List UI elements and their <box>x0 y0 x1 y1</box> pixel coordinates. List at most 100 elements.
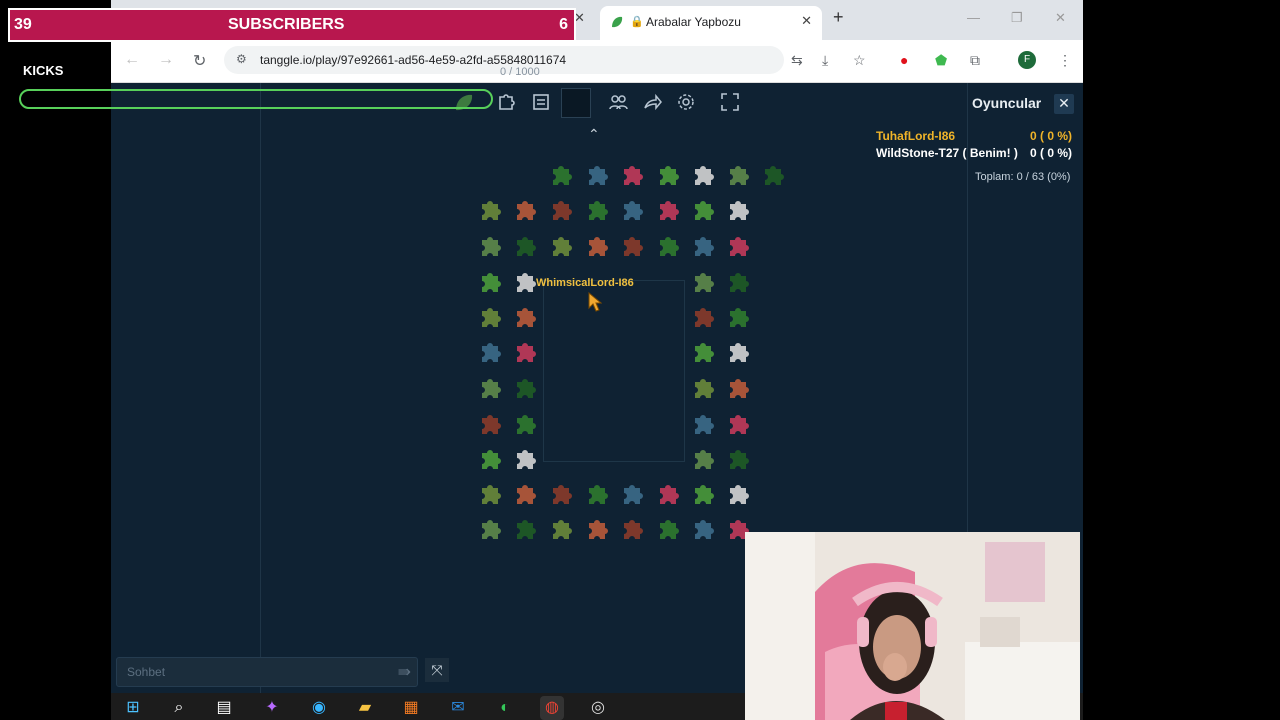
puzzle-piece[interactable] <box>477 446 503 472</box>
store-icon[interactable]: ▦ <box>399 696 423 720</box>
reload-icon[interactable]: ↻ <box>193 51 206 71</box>
puzzle-piece[interactable] <box>477 269 503 295</box>
puzzle-piece[interactable] <box>690 339 716 365</box>
puzzle-piece[interactable] <box>512 233 538 259</box>
collapse-chevron-icon[interactable]: ⌃ <box>588 126 600 143</box>
puzzle-piece[interactable] <box>477 233 503 259</box>
edge-icon[interactable]: ◉ <box>307 696 331 720</box>
task-view-icon[interactable]: ▤ <box>212 696 236 720</box>
restore-icon[interactable]: ❐ <box>1011 10 1023 26</box>
puzzle-piece[interactable] <box>619 516 645 542</box>
puzzle-piece[interactable] <box>619 162 645 188</box>
puzzle-piece[interactable] <box>690 375 716 401</box>
tab-close-icon[interactable]: ✕ <box>801 13 812 29</box>
puzzle-piece[interactable] <box>725 446 751 472</box>
players-icon[interactable] <box>604 88 632 116</box>
close-window-icon[interactable]: ✕ <box>1055 10 1066 26</box>
puzzle-piece[interactable] <box>690 269 716 295</box>
file-explorer-icon[interactable]: ▰ <box>353 696 377 720</box>
translate-icon[interactable]: ⇆ <box>791 52 803 69</box>
puzzle-piece[interactable] <box>477 411 503 437</box>
puzzle-piece[interactable] <box>477 304 503 330</box>
puzzle-piece[interactable] <box>477 375 503 401</box>
edges-icon[interactable] <box>527 88 555 116</box>
puzzle-piece[interactable] <box>548 481 574 507</box>
puzzle-piece[interactable] <box>690 162 716 188</box>
obs-icon[interactable]: ◎ <box>586 696 610 720</box>
puzzle-piece[interactable] <box>619 481 645 507</box>
puzzle-piece[interactable] <box>725 233 751 259</box>
menu-dots-icon[interactable]: ⋮ <box>1058 52 1072 69</box>
fullscreen-icon[interactable] <box>716 88 744 116</box>
new-tab-icon[interactable]: + <box>833 7 844 28</box>
puzzle-piece[interactable] <box>655 233 681 259</box>
puzzle-piece[interactable] <box>725 162 751 188</box>
puzzle-piece[interactable] <box>584 516 610 542</box>
chrome-icon[interactable]: ◍ <box>540 696 564 720</box>
puzzle-piece[interactable] <box>760 162 786 188</box>
puzzle-piece[interactable] <box>690 411 716 437</box>
puzzle-piece[interactable] <box>619 197 645 223</box>
puzzle-piece[interactable] <box>725 269 751 295</box>
install-icon[interactable]: ⤓ <box>822 52 828 69</box>
puzzle-piece[interactable] <box>584 197 610 223</box>
chat-input[interactable]: Sohbet ⇛ <box>116 657 418 687</box>
puzzle-piece[interactable] <box>584 162 610 188</box>
puzzle-piece[interactable] <box>655 516 681 542</box>
puzzle-piece[interactable] <box>512 516 538 542</box>
opera-extension-icon[interactable]: ● <box>900 52 908 68</box>
puzzle-piece[interactable] <box>584 481 610 507</box>
bookmark-star-icon[interactable]: ☆ <box>853 52 866 69</box>
puzzle-piece[interactable] <box>619 233 645 259</box>
back-icon[interactable]: ← <box>124 51 140 69</box>
puzzle-piece[interactable] <box>512 375 538 401</box>
puzzle-piece[interactable] <box>655 481 681 507</box>
puzzle-piece[interactable] <box>690 304 716 330</box>
puzzle-piece[interactable] <box>690 446 716 472</box>
share-icon[interactable] <box>638 88 666 116</box>
puzzle-piece[interactable] <box>477 481 503 507</box>
puzzle-piece[interactable] <box>725 304 751 330</box>
site-info-icon[interactable]: ⚙ <box>236 52 247 66</box>
puzzle-piece[interactable] <box>655 162 681 188</box>
puzzle-piece[interactable] <box>655 197 681 223</box>
puzzle-piece[interactable] <box>512 304 538 330</box>
puzzle-piece[interactable] <box>477 516 503 542</box>
puzzle-piece[interactable] <box>548 516 574 542</box>
chat-expand-icon[interactable]: ⤧ <box>425 658 449 682</box>
app-green-icon[interactable]: ◐ <box>493 696 517 720</box>
background-color-icon[interactable] <box>561 88 591 118</box>
shield-extension-icon[interactable]: ⬟ <box>935 52 947 69</box>
puzzle-piece-icon[interactable] <box>492 88 520 116</box>
settings-gear-icon[interactable] <box>672 88 700 116</box>
puzzle-piece[interactable] <box>725 375 751 401</box>
puzzle-piece[interactable] <box>548 197 574 223</box>
puzzle-piece[interactable] <box>512 481 538 507</box>
puzzle-piece[interactable] <box>512 446 538 472</box>
puzzle-piece[interactable] <box>690 516 716 542</box>
puzzle-piece[interactable] <box>477 339 503 365</box>
players-close-icon[interactable]: ✕ <box>1054 94 1074 114</box>
minimize-icon[interactable]: — <box>967 10 980 25</box>
puzzle-piece[interactable] <box>512 197 538 223</box>
puzzle-piece[interactable] <box>690 197 716 223</box>
puzzle-piece[interactable] <box>725 411 751 437</box>
send-icon[interactable]: ⇛ <box>398 662 411 682</box>
tab-active[interactable]: 🔒 Arabalar Yapbozu ✕ <box>600 6 822 40</box>
puzzle-piece[interactable] <box>725 197 751 223</box>
puzzle-piece[interactable] <box>725 481 751 507</box>
mail-icon[interactable]: ✉ <box>446 696 470 720</box>
puzzle-piece[interactable] <box>512 269 538 295</box>
search-icon[interactable]: ⌕ <box>167 696 191 720</box>
puzzle-piece[interactable] <box>690 233 716 259</box>
puzzle-piece[interactable] <box>512 339 538 365</box>
copilot-icon[interactable]: ✦ <box>260 696 284 720</box>
puzzle-piece[interactable] <box>477 197 503 223</box>
forward-icon[interactable]: → <box>158 51 174 69</box>
extensions-puzzle-icon[interactable]: ⧉ <box>970 52 980 69</box>
puzzle-piece[interactable] <box>512 411 538 437</box>
puzzle-piece[interactable] <box>725 339 751 365</box>
puzzle-piece[interactable] <box>548 233 574 259</box>
profile-avatar[interactable]: F <box>1018 51 1036 69</box>
windows-start-icon[interactable]: ⊞ <box>121 696 145 720</box>
